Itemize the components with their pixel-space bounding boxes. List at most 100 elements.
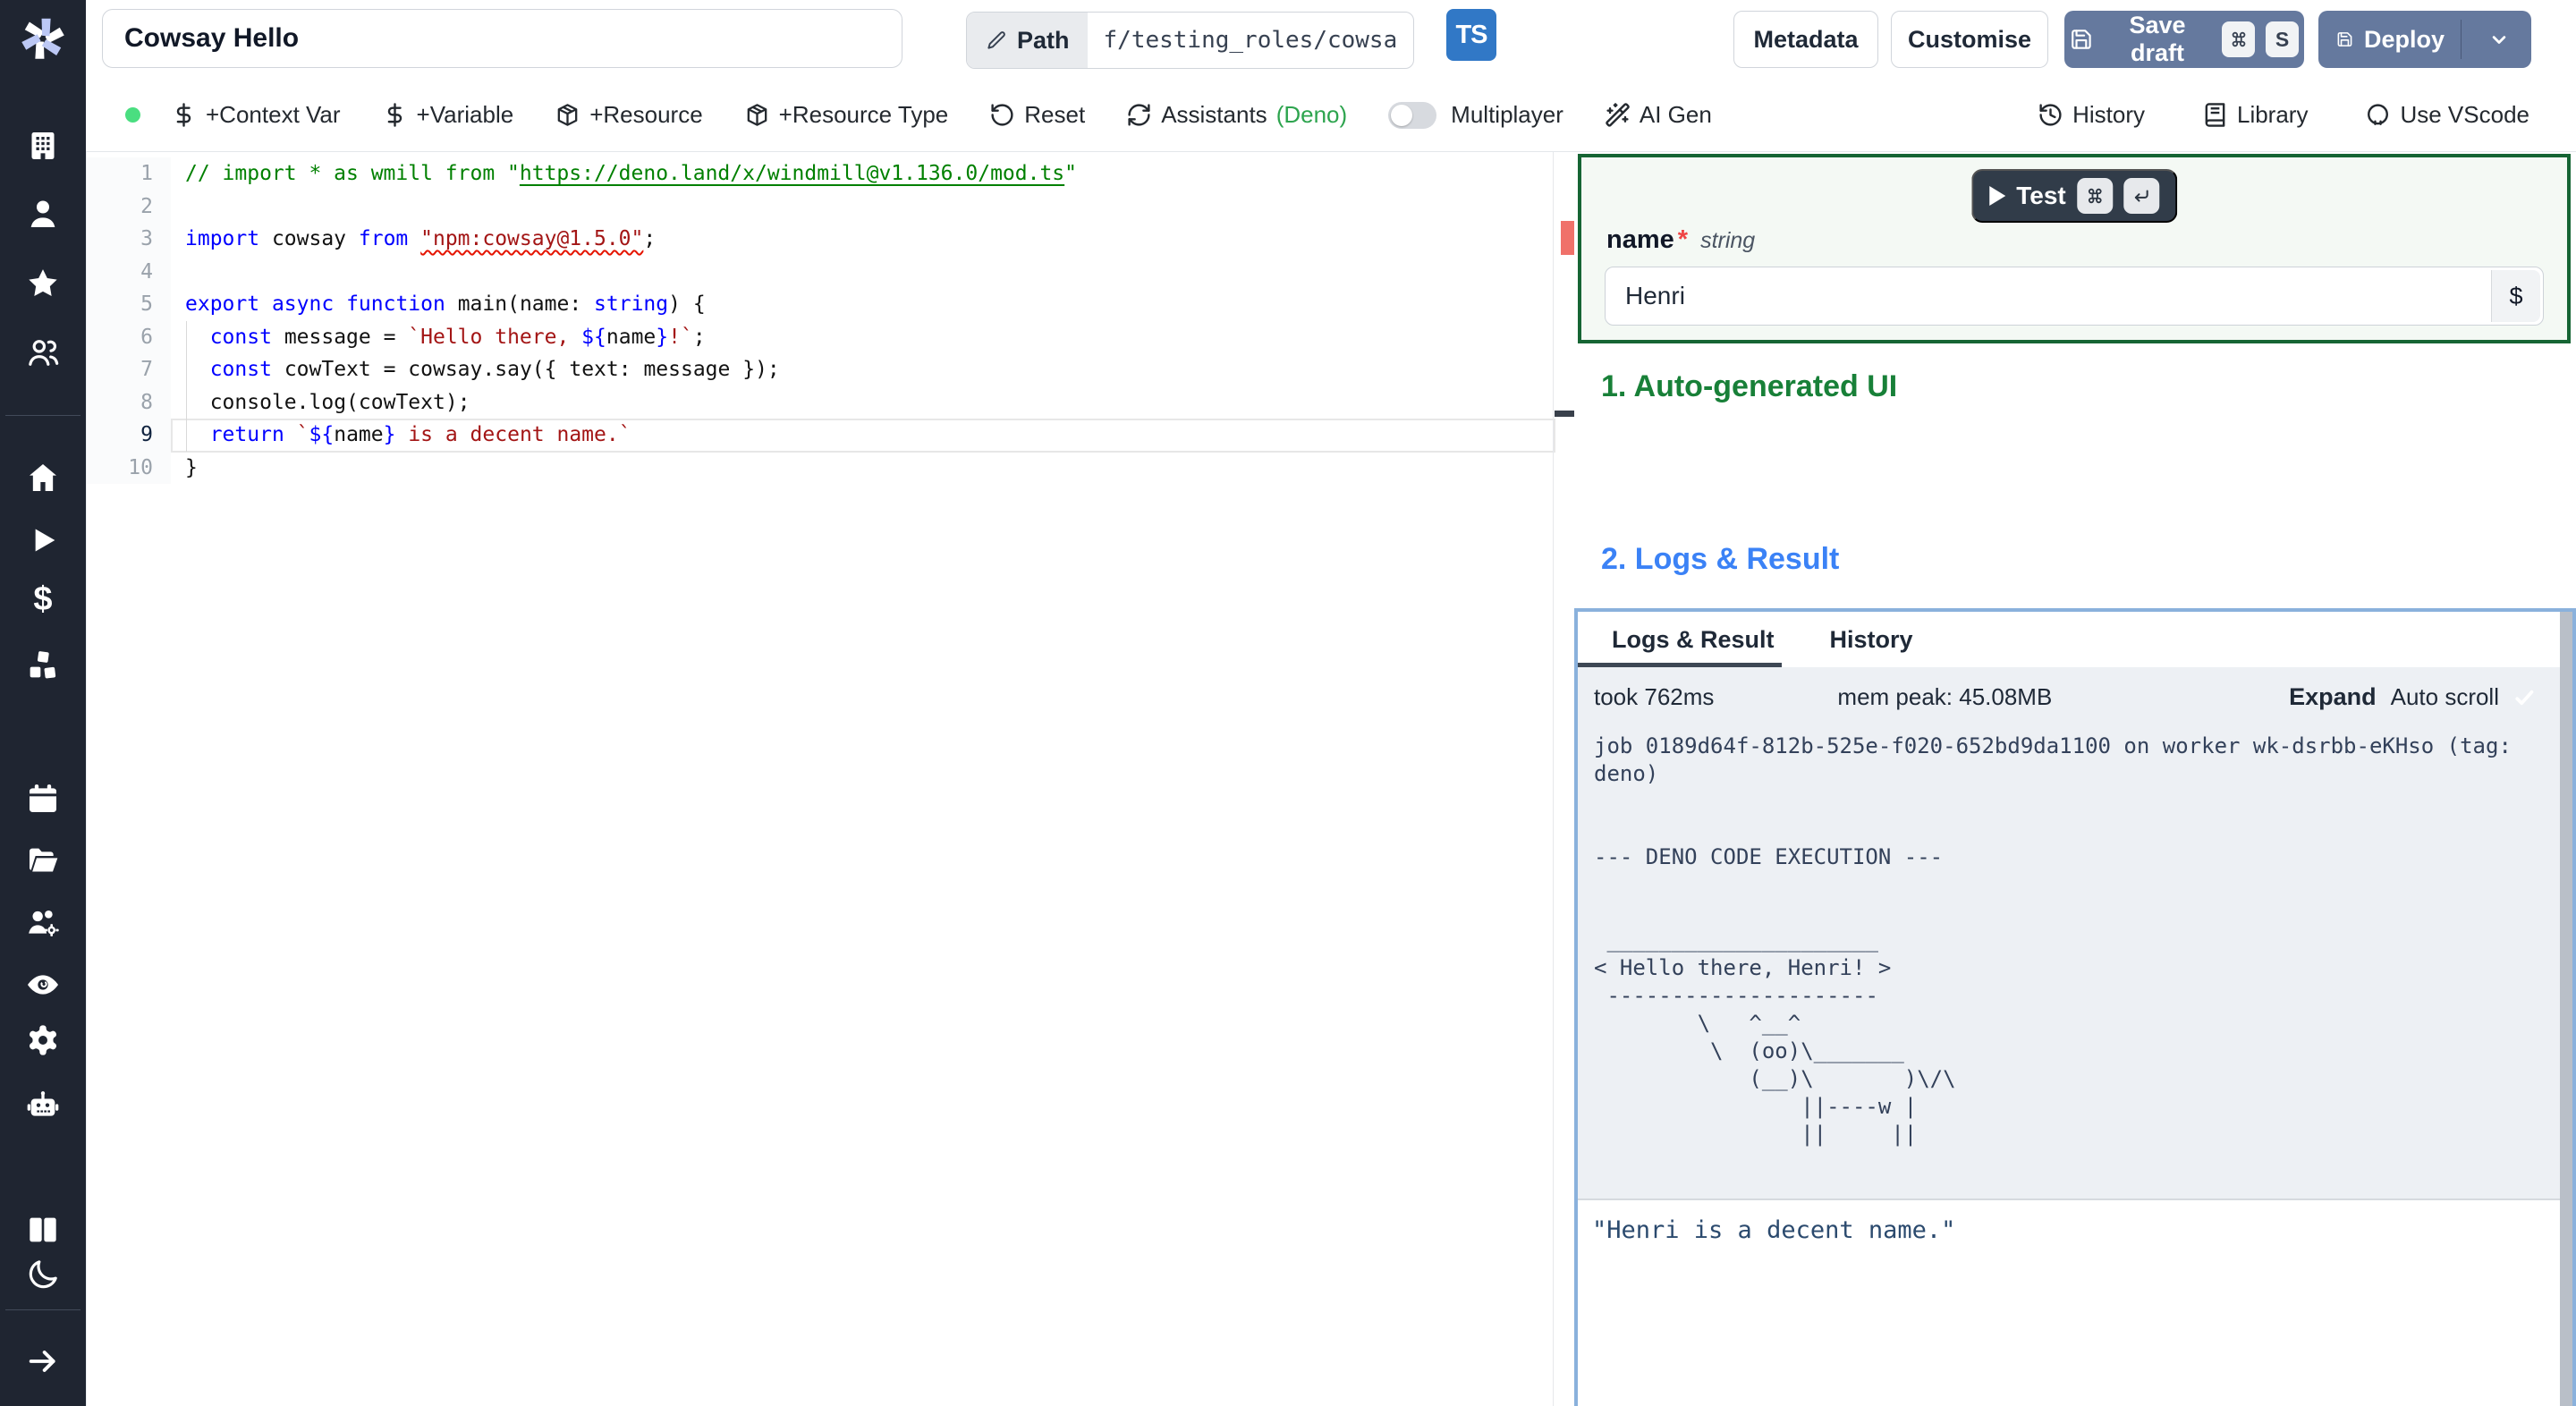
moon-icon[interactable] <box>25 1257 61 1292</box>
user-icon[interactable] <box>25 196 61 232</box>
users-gear-icon[interactable] <box>25 905 61 941</box>
code-line[interactable]: return `${name} is a decent name.` <box>185 419 1548 452</box>
path-value[interactable]: f/testing_roles/cowsa <box>1088 13 1414 68</box>
folder-icon[interactable] <box>25 843 61 878</box>
code-line[interactable]: // import * as wmill from "https://deno.… <box>185 157 1548 191</box>
book-icon <box>2205 103 2225 127</box>
books-icon[interactable] <box>25 1212 61 1248</box>
sidebar-divider <box>5 1309 80 1310</box>
typescript-badge: TS <box>1446 9 1496 61</box>
command-icon <box>2232 31 2245 47</box>
status-dot-icon <box>125 107 140 123</box>
history-icon <box>2039 104 2062 126</box>
play-icon <box>1989 186 2006 206</box>
arrow-right-icon[interactable] <box>25 1343 61 1379</box>
toolbar-items: +Context Var +Variable +Resource +Resource … <box>171 101 1388 129</box>
enter-key <box>2123 178 2159 214</box>
star-icon[interactable] <box>25 266 61 301</box>
arg-name: name <box>1606 225 1674 254</box>
line-number: 5 <box>140 292 153 316</box>
toolbar-item-history[interactable]: History <box>2038 101 2145 129</box>
required-mark: * <box>1677 225 1689 254</box>
multiplayer-toggle[interactable] <box>1388 101 1437 129</box>
line-number: 9 <box>140 423 153 446</box>
toolbar-item-assistants[interactable]: Assistants (Deno) <box>1126 101 1347 129</box>
code-line[interactable]: const message = `Hello there, ${name}!`; <box>185 321 1548 354</box>
code-line[interactable]: const cowText = cowsay.say({ text: messa… <box>185 353 1548 386</box>
save-draft-button[interactable]: Save draft S <box>2064 11 2304 68</box>
test-button[interactable]: Test <box>1971 169 2177 223</box>
code-lines[interactable]: // import * as wmill from "https://deno.… <box>185 157 1548 484</box>
play-icon[interactable] <box>25 522 61 558</box>
line-number: 7 <box>140 358 153 381</box>
bot-icon[interactable] <box>25 1088 61 1123</box>
code-line[interactable]: } <box>185 452 1548 485</box>
panel-splitter[interactable] <box>1553 152 1554 1406</box>
s-key: S <box>2266 21 2300 57</box>
home-icon[interactable] <box>25 460 61 495</box>
dollar-icon <box>387 103 402 127</box>
line-number: 3 <box>140 227 153 250</box>
users-icon[interactable] <box>25 335 61 370</box>
toolbar-item--resource-type[interactable]: +Resource Type <box>744 101 948 129</box>
code-line[interactable]: console.log(cowText); <box>185 386 1548 419</box>
building-icon[interactable] <box>25 128 61 164</box>
multiplayer-label: Multiplayer <box>1451 101 1563 128</box>
sidebar: $ <box>0 0 86 1406</box>
logs-meta-row: took 762ms mem peak: 45.08MB Expand Auto… <box>1594 683 2538 711</box>
path-group[interactable]: Path f/testing_roles/cowsa <box>966 12 1415 69</box>
header: Path f/testing_roles/cowsa TS Metadata C… <box>86 0 2576 80</box>
eye-icon[interactable] <box>25 967 61 1003</box>
command-key <box>2222 21 2256 57</box>
check-icon[interactable] <box>2512 684 2538 711</box>
autoscroll-label[interactable]: Auto scroll <box>2391 683 2499 711</box>
dollar-icon <box>176 103 191 127</box>
result-area: "Henri is a decent name." <box>1578 1198 2560 1406</box>
arg-name-input[interactable] <box>1605 267 2544 326</box>
code-line[interactable]: export async function main(name: string)… <box>185 288 1548 321</box>
logs-scrollbar[interactable] <box>2560 612 2572 1406</box>
tab-history[interactable]: History <box>1830 626 1913 654</box>
toolbar-item-library[interactable]: Library <box>2202 101 2308 129</box>
dollar-icon[interactable]: $ <box>25 581 61 617</box>
tab-logs-result[interactable]: Logs & Result <box>1612 626 1775 654</box>
script-title-input[interactable] <box>102 9 902 68</box>
toggle-knob <box>1391 104 1413 126</box>
boxes-icon[interactable] <box>25 648 61 683</box>
logs-tabs: Logs & Result History <box>1578 612 2572 667</box>
assistants-lang: (Deno) <box>1275 101 1348 128</box>
toolbar-item-reset[interactable]: Reset <box>989 101 1085 129</box>
expand-button[interactable]: Expand <box>2289 683 2377 711</box>
rotate-ccw-icon <box>991 104 1013 126</box>
duration-label: took 762ms <box>1594 683 1715 710</box>
editor-toolbar: +Context Var +Variable +Resource +Resource … <box>86 79 2576 152</box>
path-label[interactable]: Path <box>967 13 1088 68</box>
calendar-icon[interactable] <box>25 781 61 817</box>
command-key <box>2076 178 2113 214</box>
code-line[interactable]: import cowsay from "npm:cowsay@1.5.0"; <box>185 223 1548 256</box>
toolbar-item--context-var[interactable]: +Context Var <box>171 101 341 129</box>
code-line[interactable] <box>185 256 1548 289</box>
toolbar-item--variable[interactable]: +Variable <box>382 101 513 129</box>
variable-picker-button[interactable]: $ <box>2491 270 2540 322</box>
customise-button[interactable]: Customise <box>1891 11 2048 68</box>
deploy-divider <box>2461 20 2462 59</box>
toolbar-item--resource[interactable]: +Resource <box>555 101 703 129</box>
toolbar-right-items: History Library Use VScode <box>1980 101 2529 129</box>
windmill-logo-icon[interactable] <box>16 11 70 64</box>
toolbar-item-ai-gen[interactable]: AI Gen <box>1605 101 1712 129</box>
overview-ruler-cursor-mark <box>1555 411 1575 417</box>
deploy-button[interactable]: Deploy <box>2318 11 2531 68</box>
toolbar-item-use-vscode[interactable]: Use VScode <box>2365 101 2529 129</box>
settings-icon[interactable] <box>25 1022 61 1058</box>
metadata-button[interactable]: Metadata <box>1733 11 1878 68</box>
logs-card: Logs & Result History took 762ms mem pea… <box>1574 608 2576 1406</box>
code-editor[interactable]: 1 2 3 4 5 6 7 8 9 10 // import * as wmill from "h… <box>86 152 1575 1406</box>
command-icon <box>2088 188 2102 204</box>
package-icon <box>557 104 578 126</box>
arg-type: string <box>1700 228 1756 253</box>
code-line[interactable] <box>185 191 1548 224</box>
args-form: Test name* string $ <box>1578 154 2571 343</box>
deploy-dropdown[interactable] <box>2472 27 2526 52</box>
arg-input-wrap: $ <box>1605 267 2544 326</box>
